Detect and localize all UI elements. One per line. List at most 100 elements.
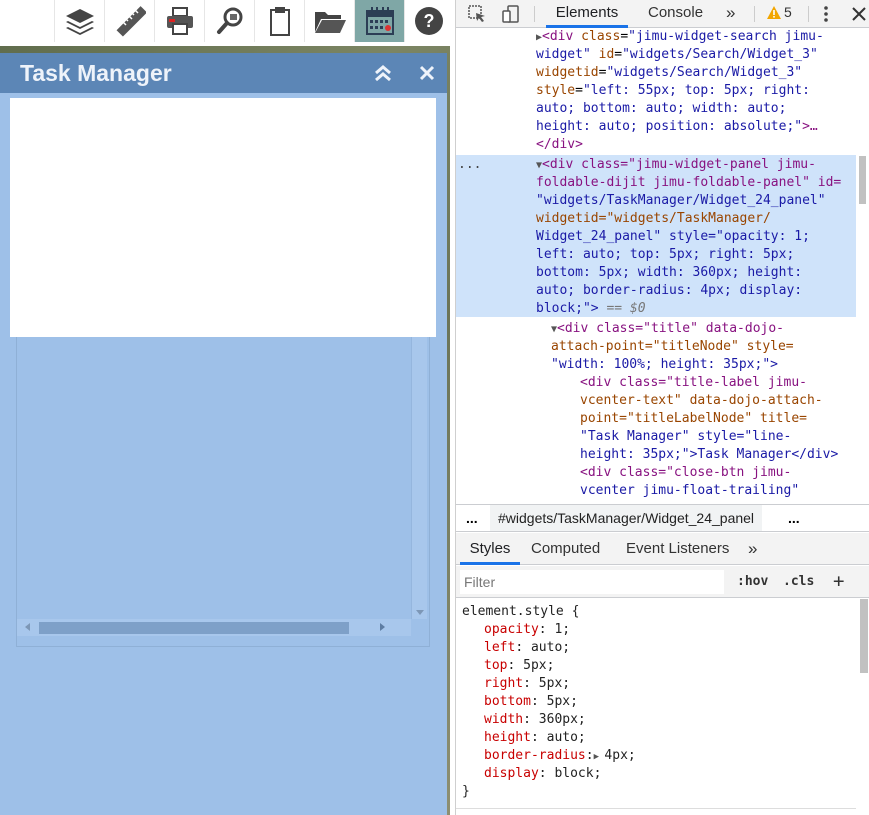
style-property-value[interactable]: 5px; xyxy=(523,658,554,673)
style-property[interactable]: opacity: 1; xyxy=(484,621,570,639)
clipboard-icon xyxy=(269,7,290,36)
dom-tree-scrollbar[interactable] xyxy=(857,28,867,502)
tab-styles[interactable]: Styles xyxy=(460,533,520,565)
dom-line: "widgets/TaskManager/Widget_24_panel" xyxy=(536,193,826,208)
breadcrumb-item[interactable]: #widgets/TaskManager/Widget_24_panel xyxy=(490,505,763,531)
vertical-scrollbar[interactable] xyxy=(411,337,427,619)
dom-line: widgetid="widgets/TaskManager/ xyxy=(536,211,771,226)
style-property-value[interactable]: 5px; xyxy=(539,676,570,691)
open-folder-button[interactable] xyxy=(304,0,354,42)
style-property[interactable]: top: 5px; xyxy=(484,657,554,675)
measurement-button[interactable] xyxy=(104,0,154,42)
inspect-cursor-icon xyxy=(468,5,485,22)
horizontal-scrollbar[interactable] xyxy=(17,619,411,636)
layers-button[interactable] xyxy=(54,0,104,42)
widget-toolbar: ? xyxy=(0,0,450,46)
style-property-name[interactable]: width xyxy=(484,712,523,727)
style-property[interactable]: display: block; xyxy=(484,765,601,783)
tab-event-listeners[interactable]: Event Listeners xyxy=(626,533,729,565)
styles-filter-bar: :hov .cls + xyxy=(456,566,869,598)
style-property-name[interactable]: top xyxy=(484,658,507,673)
search-query-icon xyxy=(216,7,242,34)
styles-tab-bar: Styles Computed Event Listeners » xyxy=(456,533,869,565)
style-property-value[interactable]: 1; xyxy=(554,622,570,637)
style-property-value[interactable]: 4px; xyxy=(604,748,635,763)
scroll-down-arrow[interactable] xyxy=(416,610,424,615)
devtools-panel: Elements Console » 5 ▶<div class="jimu-w… xyxy=(455,0,869,815)
style-property-name[interactable]: display xyxy=(484,766,539,781)
device-toolbar-button[interactable] xyxy=(500,3,522,25)
dom-node[interactable]: ▼<div class="title" data-dojo- xyxy=(551,320,784,339)
breadcrumb-left-more[interactable]: ... xyxy=(466,510,478,526)
dom-node[interactable]: <div class="title-label jimu- xyxy=(580,374,807,392)
filter-input[interactable] xyxy=(460,570,724,594)
close-devtools-button[interactable] xyxy=(848,3,869,25)
help-button[interactable]: ? xyxy=(404,0,450,42)
more-tabs-button[interactable]: » xyxy=(726,0,735,28)
dom-node[interactable]: <div class="close-btn jimu- xyxy=(580,464,791,482)
style-property-value[interactable]: 360px; xyxy=(539,712,586,727)
layers-icon xyxy=(65,9,94,35)
style-property-name[interactable]: bottom xyxy=(484,694,531,709)
calendar-task-icon xyxy=(365,7,394,35)
node-actions-button[interactable]: ... xyxy=(458,156,481,174)
tab-computed[interactable]: Computed xyxy=(531,533,600,565)
style-property-value[interactable]: auto; xyxy=(531,640,570,655)
dom-line: point="titleLabelNode" title= xyxy=(580,411,807,426)
style-property[interactable]: bottom: 5px; xyxy=(484,693,578,711)
dom-line: Widget_24_panel" style="opacity: 1; xyxy=(536,229,810,244)
class-toggle[interactable]: .cls xyxy=(783,574,814,589)
task-manager-button[interactable] xyxy=(354,0,404,42)
style-property-name[interactable]: opacity xyxy=(484,622,539,637)
dom-tree: ▶<div class="jimu-widget-search jimu- wi… xyxy=(456,28,869,502)
toolbar-divider xyxy=(808,6,809,22)
inspect-element-button[interactable] xyxy=(466,3,488,25)
dom-line: height: auto; position: absolute;">… xyxy=(536,119,818,134)
task-list-area xyxy=(10,98,436,337)
horizontal-scroll-thumb[interactable] xyxy=(39,622,349,634)
clipboard-button[interactable] xyxy=(254,0,304,42)
dom-tree-scroll-thumb[interactable] xyxy=(859,156,866,204)
dom-line: "width: 100%; height: 35px;"> xyxy=(551,357,778,372)
dom-line: foldable-dijit jimu-foldable-panel" id= xyxy=(536,175,842,190)
more-tabs-button[interactable]: » xyxy=(748,533,757,565)
dom-line: "Task Manager" style="line- xyxy=(580,429,792,444)
scroll-left-arrow[interactable] xyxy=(25,623,30,631)
dom-line: block;"> == $0 xyxy=(536,301,646,316)
style-property[interactable]: right: 5px; xyxy=(484,675,570,693)
selected-dom-node[interactable]: ▼<div class="jimu-widget-panel jimu- xyxy=(536,156,816,175)
warnings-counter[interactable]: 5 xyxy=(767,4,792,20)
style-property-value[interactable]: block; xyxy=(554,766,601,781)
styles-scroll-thumb[interactable] xyxy=(860,599,868,673)
close-icon xyxy=(852,7,866,21)
close-panel-button[interactable] xyxy=(418,64,436,82)
style-property[interactable]: border-radius:▶ 4px; xyxy=(484,747,636,766)
panel-title: Task Manager xyxy=(20,60,172,86)
task-grid xyxy=(16,337,430,647)
expand-shorthand-icon[interactable]: ▶ xyxy=(594,752,605,762)
dom-line: vcenter-text" data-dojo-attach- xyxy=(580,393,823,408)
style-property-value[interactable]: auto; xyxy=(547,730,586,745)
scroll-right-arrow[interactable] xyxy=(380,623,385,631)
style-property-name[interactable]: left xyxy=(484,640,515,655)
style-property-name[interactable]: height xyxy=(484,730,531,745)
style-property-name[interactable]: border-radius xyxy=(484,748,586,763)
query-button[interactable] xyxy=(204,0,254,42)
customize-menu-button[interactable] xyxy=(815,3,837,25)
style-property-name[interactable]: right xyxy=(484,676,523,691)
dom-line: widget" id="widgets/Search/Widget_3" xyxy=(536,47,818,62)
tab-console[interactable]: Console xyxy=(648,0,703,28)
style-property-value[interactable]: 5px; xyxy=(547,694,578,709)
new-style-rule-button[interactable]: + xyxy=(833,570,844,592)
breadcrumb-right-more[interactable]: ... xyxy=(788,510,800,526)
dom-node[interactable]: ▶<div class="jimu-widget-search jimu- xyxy=(536,28,824,47)
tab-elements[interactable]: Elements xyxy=(546,0,628,28)
style-property[interactable]: height: auto; xyxy=(484,729,586,747)
print-icon xyxy=(166,7,193,35)
fold-panel-button[interactable] xyxy=(373,64,393,82)
style-property[interactable]: width: 360px; xyxy=(484,711,586,729)
style-selector: element.style { xyxy=(462,604,580,619)
print-button[interactable] xyxy=(154,0,204,42)
style-property[interactable]: left: auto; xyxy=(484,639,570,657)
hover-state-toggle[interactable]: :hov xyxy=(737,574,768,589)
